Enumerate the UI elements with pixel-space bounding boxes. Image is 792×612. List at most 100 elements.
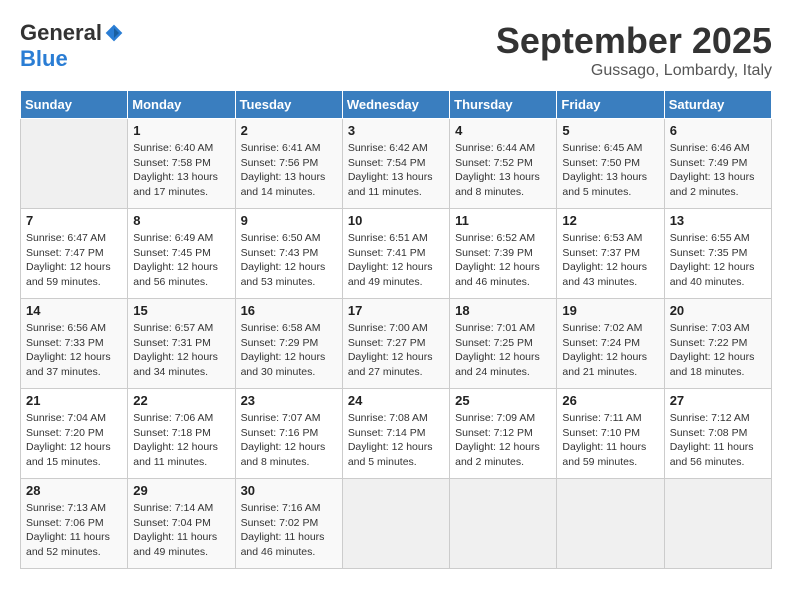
logo: General Blue <box>20 20 124 72</box>
calendar-cell: 9 Sunrise: 6:50 AMSunset: 7:43 PMDaylight… <box>235 209 342 299</box>
calendar-cell: 8 Sunrise: 6:49 AMSunset: 7:45 PMDaylight… <box>128 209 235 299</box>
day-info: Sunrise: 7:08 AMSunset: 7:14 PMDaylight:… <box>348 411 444 470</box>
header-thursday: Thursday <box>450 91 557 119</box>
day-info: Sunrise: 6:40 AMSunset: 7:58 PMDaylight:… <box>133 141 229 200</box>
day-info: Sunrise: 6:41 AMSunset: 7:56 PMDaylight:… <box>241 141 337 200</box>
day-number: 3 <box>348 123 444 138</box>
week-row-0: 1 Sunrise: 6:40 AMSunset: 7:58 PMDaylight… <box>21 119 772 209</box>
day-info: Sunrise: 6:44 AMSunset: 7:52 PMDaylight:… <box>455 141 551 200</box>
day-info: Sunrise: 6:42 AMSunset: 7:54 PMDaylight:… <box>348 141 444 200</box>
calendar-cell: 3 Sunrise: 6:42 AMSunset: 7:54 PMDaylight… <box>342 119 449 209</box>
day-number: 10 <box>348 213 444 228</box>
day-info: Sunrise: 6:49 AMSunset: 7:45 PMDaylight:… <box>133 231 229 290</box>
calendar-cell <box>557 479 664 569</box>
day-info: Sunrise: 7:11 AMSunset: 7:10 PMDaylight:… <box>562 411 658 470</box>
day-info: Sunrise: 6:47 AMSunset: 7:47 PMDaylight:… <box>26 231 122 290</box>
page-header: General Blue September 2025 Gussago, Lom… <box>20 20 772 80</box>
day-number: 6 <box>670 123 766 138</box>
day-number: 30 <box>241 483 337 498</box>
day-number: 25 <box>455 393 551 408</box>
day-number: 24 <box>348 393 444 408</box>
calendar-cell <box>450 479 557 569</box>
calendar-cell <box>342 479 449 569</box>
calendar-cell: 1 Sunrise: 6:40 AMSunset: 7:58 PMDaylight… <box>128 119 235 209</box>
calendar-cell: 20Sunrise: 7:03 AMSunset: 7:22 PMDayligh… <box>664 299 771 389</box>
calendar-cell: 23 Sunrise: 7:07 AMSunset: 7:16 PMDayligh… <box>235 389 342 479</box>
day-info: Sunrise: 7:01 AMSunset: 7:25 PMDaylight:… <box>455 321 551 380</box>
day-number: 9 <box>241 213 337 228</box>
calendar-cell: 21Sunrise: 7:04 AMSunset: 7:20 PMDayligh… <box>21 389 128 479</box>
day-number: 7 <box>26 213 122 228</box>
calendar-cell: 7 Sunrise: 6:47 AMSunset: 7:47 PMDaylight… <box>21 209 128 299</box>
day-number: 17 <box>348 303 444 318</box>
calendar-cell: 17 Sunrise: 7:00 AMSunset: 7:27 PMDayligh… <box>342 299 449 389</box>
day-number: 29 <box>133 483 229 498</box>
day-number: 28 <box>26 483 122 498</box>
day-number: 26 <box>562 393 658 408</box>
calendar-cell: 4 Sunrise: 6:44 AMSunset: 7:52 PMDaylight… <box>450 119 557 209</box>
day-number: 11 <box>455 213 551 228</box>
month-title: September 2025 <box>496 20 772 62</box>
day-info: Sunrise: 7:09 AMSunset: 7:12 PMDaylight:… <box>455 411 551 470</box>
calendar-cell <box>21 119 128 209</box>
day-info: Sunrise: 7:06 AMSunset: 7:18 PMDaylight:… <box>133 411 229 470</box>
location: Gussago, Lombardy, Italy <box>496 62 772 80</box>
day-number: 14 <box>26 303 122 318</box>
day-info: Sunrise: 7:12 AMSunset: 7:08 PMDaylight:… <box>670 411 766 470</box>
week-row-3: 21Sunrise: 7:04 AMSunset: 7:20 PMDayligh… <box>21 389 772 479</box>
day-info: Sunrise: 6:53 AMSunset: 7:37 PMDaylight:… <box>562 231 658 290</box>
day-info: Sunrise: 7:14 AMSunset: 7:04 PMDaylight:… <box>133 501 229 560</box>
day-number: 4 <box>455 123 551 138</box>
header-saturday: Saturday <box>664 91 771 119</box>
calendar-cell: 11 Sunrise: 6:52 AMSunset: 7:39 PMDayligh… <box>450 209 557 299</box>
day-number: 21 <box>26 393 122 408</box>
calendar-cell: 12Sunrise: 6:53 AMSunset: 7:37 PMDayligh… <box>557 209 664 299</box>
title-block: September 2025 Gussago, Lombardy, Italy <box>496 20 772 80</box>
calendar-cell: 10 Sunrise: 6:51 AMSunset: 7:41 PMDayligh… <box>342 209 449 299</box>
day-number: 22 <box>133 393 229 408</box>
calendar-cell: 26 Sunrise: 7:11 AMSunset: 7:10 PMDayligh… <box>557 389 664 479</box>
day-number: 13 <box>670 213 766 228</box>
day-info: Sunrise: 7:03 AMSunset: 7:22 PMDaylight:… <box>670 321 766 380</box>
day-number: 23 <box>241 393 337 408</box>
logo-general: General <box>20 20 102 46</box>
calendar-cell: 2 Sunrise: 6:41 AMSunset: 7:56 PMDaylight… <box>235 119 342 209</box>
calendar-cell: 29 Sunrise: 7:14 AMSunset: 7:04 PMDayligh… <box>128 479 235 569</box>
day-info: Sunrise: 7:13 AMSunset: 7:06 PMDaylight:… <box>26 501 122 560</box>
calendar-cell: 30Sunrise: 7:16 AMSunset: 7:02 PMDayligh… <box>235 479 342 569</box>
day-info: Sunrise: 6:55 AMSunset: 7:35 PMDaylight:… <box>670 231 766 290</box>
day-number: 18 <box>455 303 551 318</box>
calendar-cell: 13 Sunrise: 6:55 AMSunset: 7:35 PMDayligh… <box>664 209 771 299</box>
day-info: Sunrise: 6:51 AMSunset: 7:41 PMDaylight:… <box>348 231 444 290</box>
calendar-cell: 22 Sunrise: 7:06 AMSunset: 7:18 PMDayligh… <box>128 389 235 479</box>
calendar-table: SundayMondayTuesdayWednesdayThursdayFrid… <box>20 90 772 569</box>
calendar-cell: 27 Sunrise: 7:12 AMSunset: 7:08 PMDayligh… <box>664 389 771 479</box>
week-row-2: 14Sunrise: 6:56 AMSunset: 7:33 PMDayligh… <box>21 299 772 389</box>
day-number: 8 <box>133 213 229 228</box>
header-wednesday: Wednesday <box>342 91 449 119</box>
calendar-cell: 24 Sunrise: 7:08 AMSunset: 7:14 PMDayligh… <box>342 389 449 479</box>
logo-icon <box>104 23 124 43</box>
day-info: Sunrise: 7:00 AMSunset: 7:27 PMDaylight:… <box>348 321 444 380</box>
day-number: 1 <box>133 123 229 138</box>
calendar-cell: 19 Sunrise: 7:02 AMSunset: 7:24 PMDayligh… <box>557 299 664 389</box>
day-number: 19 <box>562 303 658 318</box>
calendar-cell: 14Sunrise: 6:56 AMSunset: 7:33 PMDayligh… <box>21 299 128 389</box>
header-friday: Friday <box>557 91 664 119</box>
header-monday: Monday <box>128 91 235 119</box>
day-number: 27 <box>670 393 766 408</box>
day-info: Sunrise: 6:52 AMSunset: 7:39 PMDaylight:… <box>455 231 551 290</box>
header-sunday: Sunday <box>21 91 128 119</box>
calendar-cell: 16Sunrise: 6:58 AMSunset: 7:29 PMDayligh… <box>235 299 342 389</box>
day-info: Sunrise: 7:02 AMSunset: 7:24 PMDaylight:… <box>562 321 658 380</box>
day-number: 2 <box>241 123 337 138</box>
day-info: Sunrise: 7:07 AMSunset: 7:16 PMDaylight:… <box>241 411 337 470</box>
calendar-cell: 25 Sunrise: 7:09 AMSunset: 7:12 PMDayligh… <box>450 389 557 479</box>
day-info: Sunrise: 6:50 AMSunset: 7:43 PMDaylight:… <box>241 231 337 290</box>
day-info: Sunrise: 6:46 AMSunset: 7:49 PMDaylight:… <box>670 141 766 200</box>
day-info: Sunrise: 6:57 AMSunset: 7:31 PMDaylight:… <box>133 321 229 380</box>
header-row: SundayMondayTuesdayWednesdayThursdayFrid… <box>21 91 772 119</box>
day-info: Sunrise: 6:45 AMSunset: 7:50 PMDaylight:… <box>562 141 658 200</box>
day-number: 5 <box>562 123 658 138</box>
calendar-cell: 6 Sunrise: 6:46 AMSunset: 7:49 PMDaylight… <box>664 119 771 209</box>
